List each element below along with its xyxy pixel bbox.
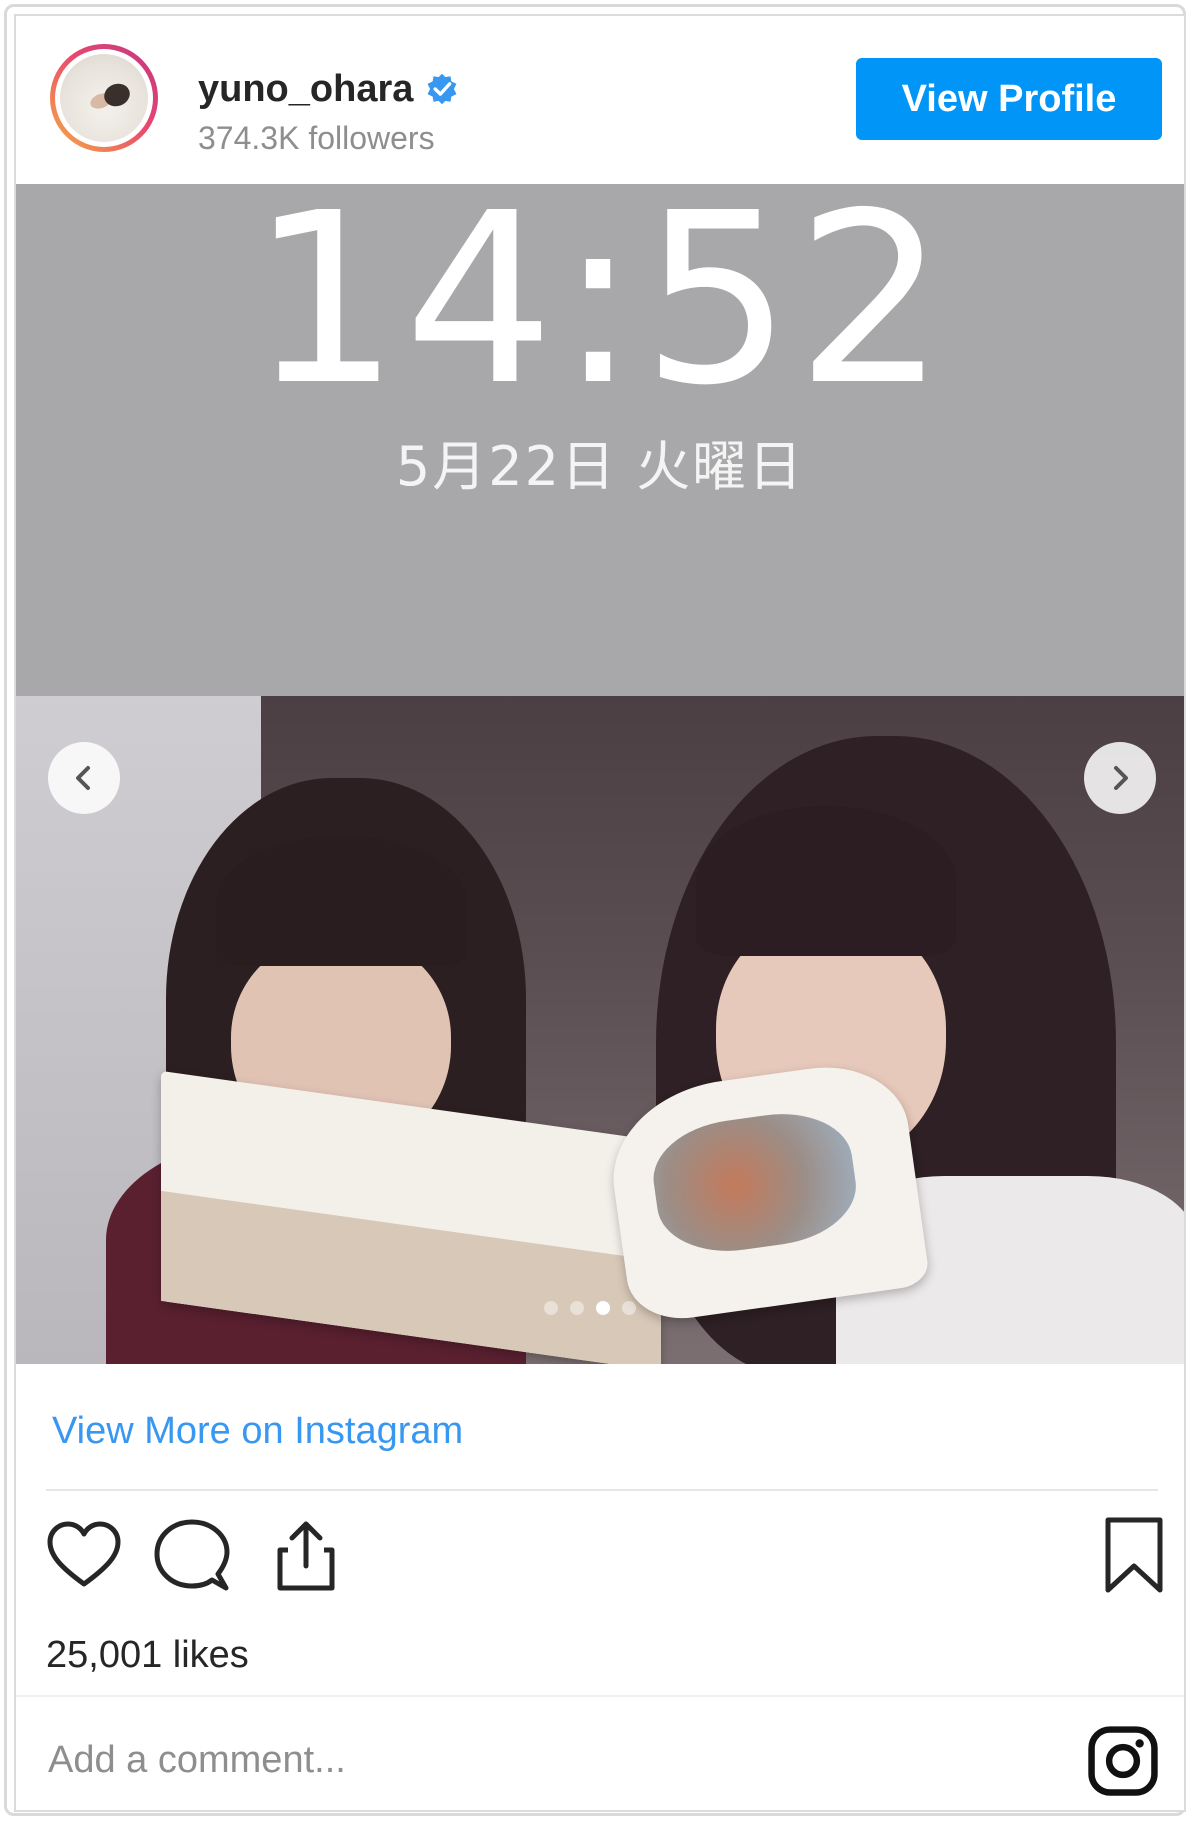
instagram-embed-card: yuno_ohara 374.3K followers View Profile… (14, 14, 1186, 1812)
chevron-left-icon (76, 766, 90, 790)
view-profile-button[interactable]: View Profile (856, 58, 1162, 140)
avatar[interactable] (50, 44, 158, 152)
verified-icon (427, 73, 457, 105)
post-media-carousel[interactable]: 14:52 5月22日 火曜日 (16, 184, 1184, 1364)
post-header: yuno_ohara 374.3K followers View Profile (16, 16, 1184, 184)
post-photo (16, 696, 1184, 1364)
avatar-image (60, 54, 148, 142)
carousel-next-button[interactable] (1084, 742, 1156, 814)
carousel-dot (596, 1301, 610, 1315)
chevron-right-icon (1114, 766, 1128, 790)
username[interactable]: yuno_ohara (198, 68, 413, 111)
heart-icon[interactable] (44, 1516, 124, 1596)
carousel-indicator (544, 1301, 636, 1315)
divider (46, 1489, 1158, 1491)
view-more-link[interactable]: View More on Instagram (52, 1410, 463, 1453)
follower-count: 374.3K followers (198, 120, 435, 156)
comment-icon[interactable] (152, 1516, 232, 1596)
lockscreen-date: 5月22日 火曜日 (395, 435, 805, 498)
lockscreen-area: 14:52 5月22日 火曜日 (16, 184, 1184, 696)
instagram-icon[interactable] (1086, 1724, 1160, 1798)
lockscreen-clock: 14:52 (249, 184, 951, 437)
action-bar (16, 1516, 1184, 1606)
carousel-dot (622, 1301, 636, 1315)
carousel-dot (570, 1301, 584, 1315)
carousel-dot (544, 1301, 558, 1315)
carousel-prev-button[interactable] (48, 742, 120, 814)
divider (16, 1695, 1184, 1697)
share-icon[interactable] (266, 1516, 346, 1596)
bookmark-icon[interactable] (1094, 1516, 1174, 1596)
like-count: 25,001 likes (46, 1634, 249, 1676)
comment-input[interactable] (46, 1724, 900, 1796)
username-row: yuno_ohara (198, 66, 459, 112)
